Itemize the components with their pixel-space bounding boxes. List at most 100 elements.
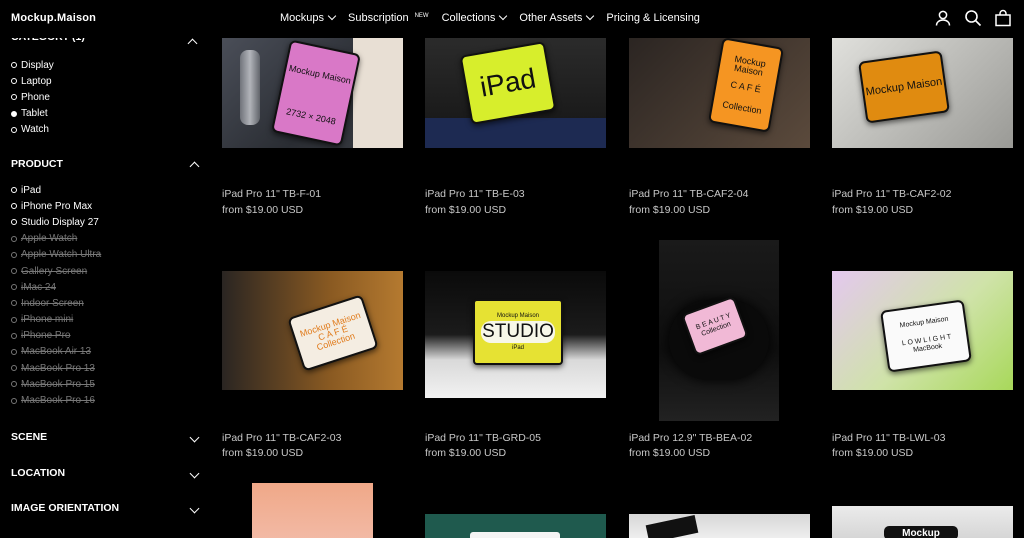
filter-option-label: Studio Display 27	[21, 216, 99, 228]
filter-option-label: Laptop	[21, 75, 52, 87]
product-image[interactable]: Mockup Maison STUDIO iPad	[425, 271, 606, 398]
location-filter-header[interactable]: LOCATION	[11, 467, 201, 481]
nav-other-assets[interactable]: Other Assets	[519, 11, 595, 24]
chevron-up-icon[interactable]	[187, 38, 198, 49]
tablet-screen: Mockup Maison 2732 × 2048	[271, 39, 361, 147]
product-image[interactable]: Mockup	[832, 506, 1013, 538]
product-price: from $19.00 USD	[832, 204, 914, 216]
filter-option-imac: iMac 24	[11, 279, 101, 295]
product-title[interactable]: iPad Pro 11" TB-F-01	[222, 188, 321, 200]
product-image[interactable]	[425, 514, 606, 538]
radio-dot-icon	[11, 397, 17, 404]
filter-option-studio-display[interactable]: Studio Display 27	[11, 214, 101, 230]
chevron-down-icon	[189, 468, 200, 479]
product-price: from $19.00 USD	[222, 204, 304, 216]
product-title[interactable]: iPad Pro 11" TB-CAF2-04	[629, 188, 748, 200]
main-nav: Mockups Subscription NEW Collections Othe…	[280, 11, 700, 24]
filter-option-gallery-screen: Gallery Screen	[11, 263, 101, 279]
site-logo[interactable]: Mockup.Maison	[11, 12, 96, 24]
image-orientation-filter-header[interactable]: IMAGE ORIENTATION	[11, 502, 201, 516]
filter-option-macbook-air-13: MacBook Air 13	[11, 344, 101, 360]
product-price: from $19.00 USD	[629, 204, 711, 216]
product-image[interactable]: Mockup Maison C A F É Collection	[629, 38, 810, 148]
filter-option-watch[interactable]: Watch	[11, 122, 54, 138]
product-price: from $19.00 USD	[425, 204, 507, 216]
nav-mockups[interactable]: Mockups	[280, 11, 337, 24]
site-header: Mockup.Maison Mockups Subscription NEW Co…	[0, 0, 1024, 38]
chevron-down-icon	[586, 11, 595, 21]
screen-text: STUDIO	[481, 321, 555, 343]
product-image[interactable]: B E A U T Y Collection	[659, 240, 779, 421]
filter-option-macbook-pro-15: MacBook Pro 15	[11, 376, 101, 392]
filter-option-macbook-pro-16: MacBook Pro 16	[11, 392, 101, 408]
tablet-edge	[645, 514, 699, 538]
cart-icon[interactable]	[994, 9, 1012, 27]
filter-option-label: Indoor Screen	[21, 297, 84, 309]
screen-text: Mockup Maison	[288, 62, 352, 86]
product-image[interactable]: Mockup Maison C A F É Collection	[222, 271, 403, 390]
filter-option-label: Tablet	[21, 108, 48, 120]
product-image[interactable]	[252, 483, 373, 538]
user-icon[interactable]	[934, 9, 952, 27]
filter-option-label: MacBook Pro 16	[21, 395, 95, 407]
filter-option-apple-watch: Apple Watch	[11, 231, 101, 247]
category-filter-list: Display Laptop Phone Tablet Watch	[11, 57, 54, 138]
radio-dot-icon	[11, 235, 17, 242]
radio-dot-icon	[11, 94, 17, 101]
filter-option-label: Apple Watch	[21, 233, 78, 245]
section-title: SCENE	[11, 431, 48, 443]
filter-option-iphone-pro-max[interactable]: iPhone Pro Max	[11, 198, 101, 214]
filter-option-iphone-pro: iPhone Pro	[11, 328, 101, 344]
chevron-down-icon	[327, 11, 337, 21]
tablet-screen: Mockup Maison L O W L I G H T MacBook	[880, 299, 972, 373]
chevron-down-icon	[499, 11, 508, 21]
product-filter-header[interactable]: PRODUCT	[11, 158, 201, 172]
scene-filter-header[interactable]: SCENE	[11, 431, 201, 445]
radio-dot-selected-icon	[11, 110, 17, 117]
filter-option-phone[interactable]: Phone	[11, 89, 54, 105]
radio-dot-icon	[11, 268, 17, 275]
filter-option-label: Display	[21, 59, 54, 71]
screen-text: Mockup	[884, 526, 958, 538]
product-image[interactable]: iPad	[425, 38, 606, 148]
chevron-down-icon	[189, 503, 200, 514]
filter-option-label: MacBook Pro 15	[21, 378, 95, 390]
tablet-screen: Mockup Maison C A F É Collection	[708, 38, 784, 133]
chevron-up-icon	[189, 161, 200, 172]
search-icon[interactable]	[964, 9, 982, 27]
filter-option-indoor-screen: Indoor Screen	[11, 295, 101, 311]
filter-option-ipad[interactable]: iPad	[11, 182, 101, 198]
filter-option-label: MacBook Air 13	[21, 346, 92, 358]
radio-dot-icon	[11, 332, 17, 339]
filter-option-label: iPhone Pro	[21, 330, 71, 342]
tablet-screen: Mockup Maison C A F É Collection	[287, 294, 379, 372]
filter-option-display[interactable]: Display	[11, 57, 54, 73]
filter-option-laptop[interactable]: Laptop	[11, 73, 54, 89]
nav-subscription[interactable]: Subscription NEW	[348, 12, 429, 24]
radio-dot-icon	[11, 219, 17, 226]
radio-dot-icon	[11, 187, 17, 194]
product-image[interactable]: Mockup Maison 2732 × 2048	[222, 38, 403, 148]
product-image[interactable]: Mockup Maison L O W L I G H T MacBook	[832, 271, 1013, 390]
screen-text: Mockup Maison	[899, 315, 949, 330]
product-title[interactable]: iPad Pro 12.9" TB-BEA-02	[629, 432, 752, 444]
filter-option-label: Phone	[21, 91, 50, 103]
product-title[interactable]: iPad Pro 11" TB-LWL-03	[832, 432, 945, 444]
nav-pricing[interactable]: Pricing & Licensing	[606, 12, 700, 24]
product-image[interactable]: Mockup Maison	[832, 38, 1013, 148]
product-title[interactable]: iPad Pro 11" TB-GRD-05	[425, 432, 541, 444]
product-price: from $19.00 USD	[425, 447, 507, 459]
radio-dot-icon	[11, 62, 17, 69]
radio-dot-icon	[11, 78, 17, 85]
screen-text: iPad	[477, 62, 539, 103]
screen-text: Collection	[721, 99, 763, 117]
product-title[interactable]: iPad Pro 11" TB-E-03	[425, 188, 525, 200]
product-image[interactable]	[629, 514, 810, 538]
filter-option-label: Watch	[21, 124, 49, 136]
product-title[interactable]: iPad Pro 11" TB-CAF2-03	[222, 432, 341, 444]
product-title[interactable]: iPad Pro 11" TB-CAF2-02	[832, 188, 951, 200]
filter-option-tablet[interactable]: Tablet	[11, 106, 54, 122]
screen-text: iPad	[511, 345, 524, 351]
screen-text: Mockup Maison	[496, 313, 540, 319]
nav-collections[interactable]: Collections	[442, 11, 508, 24]
